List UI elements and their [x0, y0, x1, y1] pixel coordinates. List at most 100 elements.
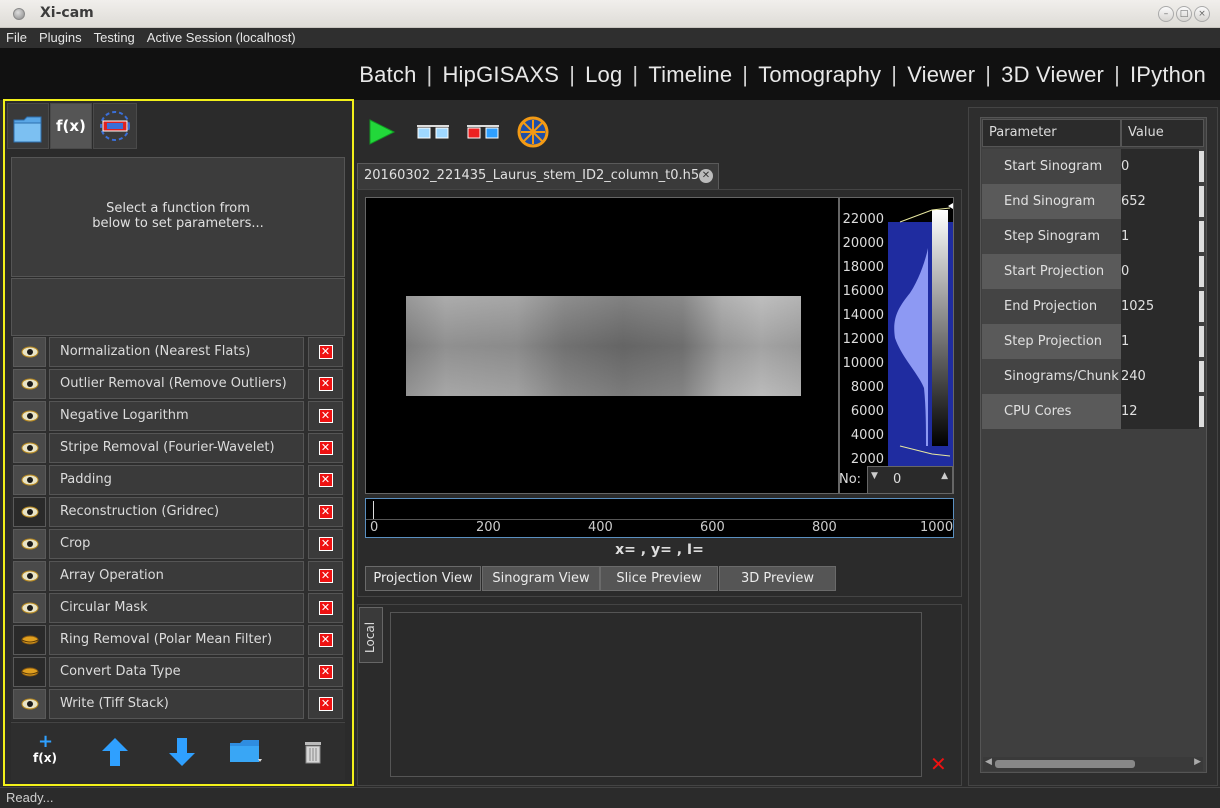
function-label[interactable]: Reconstruction (Gridrec): [49, 497, 304, 527]
value-spinner[interactable]: [1199, 326, 1204, 357]
parameter-value[interactable]: 1025: [1121, 289, 1199, 324]
function-row[interactable]: Array Operation ✕: [11, 561, 345, 591]
function-label[interactable]: Padding: [49, 465, 304, 495]
parameter-value[interactable]: 652: [1121, 184, 1199, 219]
parameter-value[interactable]: 12: [1121, 394, 1199, 429]
plugin-3d-viewer[interactable]: 3D Viewer: [1001, 62, 1104, 87]
plugin-hipgisaxs[interactable]: HipGISAXS: [442, 62, 559, 87]
value-spinner[interactable]: [1199, 361, 1204, 392]
value-spinner[interactable]: [1199, 256, 1204, 287]
preview-toggle[interactable]: [13, 689, 46, 719]
tab-reconstruction[interactable]: [93, 103, 137, 149]
delete-function-button[interactable]: ✕: [308, 625, 343, 655]
tab-projection-view[interactable]: Projection View: [365, 566, 481, 591]
function-label[interactable]: Stripe Removal (Fourier-Wavelet): [49, 433, 304, 463]
preview-toggle[interactable]: [13, 497, 46, 527]
center-detection-button[interactable]: [516, 116, 550, 148]
scroll-right-icon[interactable]: ▶: [1194, 757, 1201, 767]
function-label[interactable]: Outlier Removal (Remove Outliers): [49, 369, 304, 399]
minimize-icon[interactable]: –: [1158, 6, 1174, 22]
close-icon[interactable]: ×: [1194, 6, 1210, 22]
open-pipeline-button[interactable]: [229, 735, 263, 769]
preview-toggle[interactable]: [13, 337, 46, 367]
delete-function-button[interactable]: ✕: [308, 657, 343, 687]
tab-slice-preview[interactable]: Slice Preview: [600, 566, 718, 591]
tab-local[interactable]: Local: [359, 607, 383, 663]
delete-function-button[interactable]: ✕: [308, 433, 343, 463]
delete-function-button[interactable]: ✕: [308, 529, 343, 559]
move-down-button[interactable]: [165, 735, 199, 769]
delete-function-button[interactable]: ✕: [308, 497, 343, 527]
preview-toggle[interactable]: [13, 625, 46, 655]
clear-console-icon[interactable]: ✕: [930, 752, 947, 776]
frame-number-spinbox[interactable]: ▼ 0 ▲: [867, 466, 953, 494]
scrollbar-thumb[interactable]: [995, 760, 1135, 768]
menu-testing[interactable]: Testing: [88, 28, 141, 47]
tab-functions[interactable]: f(x): [50, 103, 92, 149]
chevron-up-icon[interactable]: ▲: [941, 471, 948, 481]
delete-function-button[interactable]: ✕: [308, 689, 343, 719]
function-row[interactable]: Write (Tiff Stack) ✕: [11, 689, 345, 719]
delete-function-button[interactable]: ✕: [308, 337, 343, 367]
maximize-icon[interactable]: □: [1176, 6, 1192, 22]
function-label[interactable]: Convert Data Type: [49, 657, 304, 687]
timeline-cursor[interactable]: [373, 501, 374, 519]
plugin-timeline[interactable]: Timeline: [648, 62, 732, 87]
value-spinner[interactable]: [1199, 396, 1204, 427]
delete-function-button[interactable]: ✕: [308, 561, 343, 591]
tab-3d-preview[interactable]: 3D Preview: [719, 566, 836, 591]
value-spinner[interactable]: [1199, 291, 1204, 322]
move-up-button[interactable]: [98, 735, 132, 769]
function-label[interactable]: Array Operation: [49, 561, 304, 591]
parameter-value[interactable]: 0: [1121, 149, 1199, 184]
value-spinner[interactable]: [1199, 151, 1204, 182]
parameter-value[interactable]: 0: [1121, 254, 1199, 289]
close-tab-icon[interactable]: ✕: [699, 169, 713, 183]
preview-toggle[interactable]: [13, 369, 46, 399]
function-label[interactable]: Negative Logarithm: [49, 401, 304, 431]
preview-toggle[interactable]: [13, 529, 46, 559]
parameter-value[interactable]: 1: [1121, 324, 1199, 359]
histogram-widget[interactable]: 22000 20000 18000 16000 14000 12000 1000…: [839, 197, 954, 494]
tab-files[interactable]: [7, 103, 49, 149]
plugin-viewer[interactable]: Viewer: [907, 62, 975, 87]
function-row[interactable]: Circular Mask ✕: [11, 593, 345, 623]
menu-plugins[interactable]: Plugins: [33, 28, 88, 47]
preview-toggle[interactable]: [13, 465, 46, 495]
function-label[interactable]: Write (Tiff Stack): [49, 689, 304, 719]
plugin-tomography[interactable]: Tomography: [758, 62, 881, 87]
function-row[interactable]: Negative Logarithm ✕: [11, 401, 345, 431]
menu-file[interactable]: File: [0, 28, 33, 47]
function-label[interactable]: Circular Mask: [49, 593, 304, 623]
function-row[interactable]: Reconstruction (Gridrec) ✕: [11, 497, 345, 527]
function-row[interactable]: Ring Removal (Polar Mean Filter) ✕: [11, 625, 345, 655]
delete-function-button[interactable]: ✕: [308, 369, 343, 399]
frame-timeline[interactable]: 0 200 400 600 800 1000: [365, 498, 955, 538]
console-output[interactable]: [390, 612, 922, 777]
delete-function-button[interactable]: ✕: [308, 593, 343, 623]
preview-button[interactable]: [416, 116, 450, 148]
add-function-button[interactable]: + f(x): [31, 731, 65, 769]
value-spinner[interactable]: [1199, 186, 1204, 217]
preview-toggle[interactable]: [13, 401, 46, 431]
value-spinner[interactable]: [1199, 221, 1204, 252]
plugin-batch[interactable]: Batch: [359, 62, 416, 87]
parameter-value[interactable]: 240: [1121, 359, 1199, 394]
function-row[interactable]: Convert Data Type ✕: [11, 657, 345, 687]
run-button[interactable]: [364, 116, 398, 148]
parameter-value[interactable]: 1: [1121, 219, 1199, 254]
chevron-down-icon[interactable]: ▼: [871, 471, 878, 481]
function-label[interactable]: Ring Removal (Polar Mean Filter): [49, 625, 304, 655]
preview-toggle[interactable]: [13, 433, 46, 463]
plugin-ipython[interactable]: IPython: [1130, 62, 1206, 87]
menu-active-session[interactable]: Active Session (localhost): [141, 28, 302, 47]
preview-toggle[interactable]: [13, 561, 46, 591]
function-row[interactable]: Padding ✕: [11, 465, 345, 495]
function-row[interactable]: Crop ✕: [11, 529, 345, 559]
scroll-left-icon[interactable]: ◀: [985, 757, 992, 767]
function-row[interactable]: Stripe Removal (Fourier-Wavelet) ✕: [11, 433, 345, 463]
delete-function-button[interactable]: ✕: [308, 401, 343, 431]
delete-function-button[interactable]: ✕: [308, 465, 343, 495]
preview-toggle[interactable]: [13, 593, 46, 623]
tab-sinogram-view[interactable]: Sinogram View: [482, 566, 600, 591]
